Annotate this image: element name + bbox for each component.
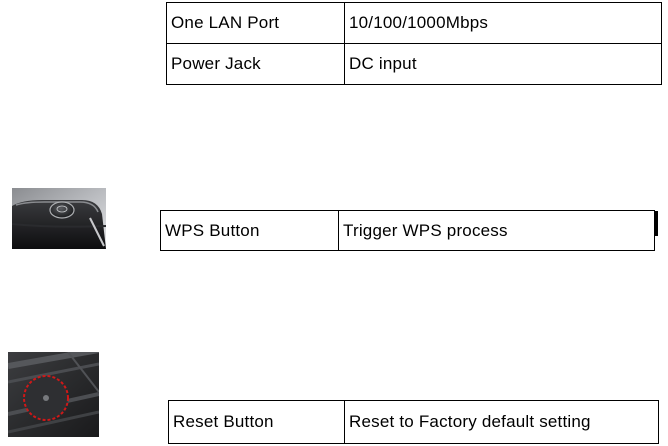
table-row: WPS Button Trigger WPS process xyxy=(160,210,655,251)
table-cell-name: Reset Button xyxy=(168,400,345,444)
table-cell-name: WPS Button xyxy=(160,210,339,251)
table-cell-name: One LAN Port xyxy=(166,2,345,44)
wps-button-photo xyxy=(12,188,106,249)
wps-button-image xyxy=(12,188,106,249)
table-cell-desc: DC input xyxy=(344,43,662,85)
wps-table: WPS Button Trigger WPS process xyxy=(160,210,655,251)
table-cell-desc: 10/100/1000Mbps xyxy=(344,2,662,44)
table-cell-desc: Trigger WPS process xyxy=(338,210,655,251)
reset-table: Reset Button Reset to Factory default se… xyxy=(168,400,659,444)
table-cell-desc: Reset to Factory default setting xyxy=(344,400,659,444)
table-cell-name: Power Jack xyxy=(166,43,345,85)
reset-button-photo xyxy=(8,352,99,437)
reset-button-image xyxy=(8,352,99,437)
ports-table: One LAN Port 10/100/1000Mbps Power Jack … xyxy=(166,2,662,85)
table-row: Reset Button Reset to Factory default se… xyxy=(168,400,659,444)
table-row: One LAN Port 10/100/1000Mbps xyxy=(166,2,662,44)
table-row: Power Jack DC input xyxy=(166,43,662,85)
edge-marker xyxy=(655,211,658,236)
